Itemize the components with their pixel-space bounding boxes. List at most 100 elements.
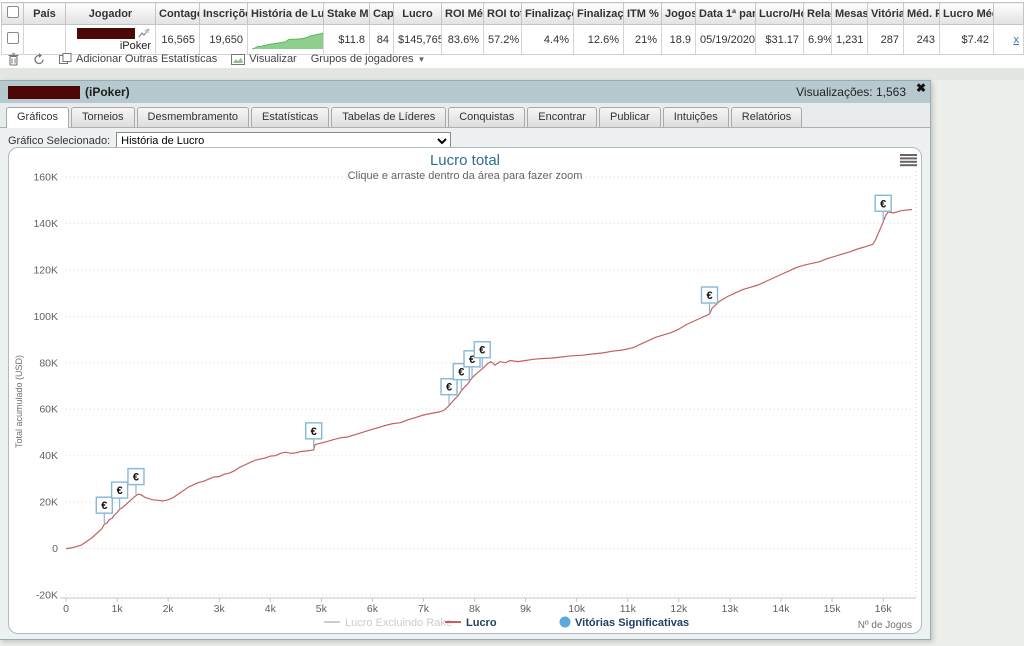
- col-cap[interactable]: Cap: [370, 3, 394, 25]
- mesas-cell: 1,231: [832, 25, 868, 55]
- row-checkbox[interactable]: [7, 32, 19, 44]
- data-primeira-cell: 05/19/2020 0: [696, 25, 756, 55]
- col-finalizacoes[interactable]: Finalizações: [522, 3, 574, 25]
- col-pais[interactable]: País: [24, 3, 66, 25]
- chart-menu-icon[interactable]: [900, 157, 917, 159]
- x-axis-title: Nº de Jogos: [858, 620, 912, 631]
- chart-menu-icon[interactable]: [900, 164, 917, 166]
- graph-selector-label: Gráfico Selecionado:: [8, 135, 110, 147]
- x-tick-label: 8k: [469, 603, 481, 615]
- col-roi-med[interactable]: ROI Méd: [442, 3, 484, 25]
- table-header-row: País Jogador Contagem Inscrições Históri…: [2, 3, 1024, 25]
- col-roi-tot[interactable]: ROI tot.: [484, 3, 522, 25]
- trash-icon: [8, 53, 19, 66]
- y-tick-label: 160K: [33, 172, 58, 184]
- win-marker-symbol: €: [706, 290, 712, 302]
- col-stake-med[interactable]: Stake Méd: [324, 3, 370, 25]
- win-marker-symbol: €: [133, 472, 139, 484]
- y-tick-label: 140K: [33, 218, 58, 230]
- col-remove: [994, 3, 1024, 25]
- lucro-med-cell: $7.42: [940, 25, 994, 55]
- med-part-cell: 243: [904, 25, 940, 55]
- tab-estatisticas[interactable]: Estatísticas: [251, 107, 329, 127]
- col-jogador[interactable]: Jogador: [66, 3, 156, 25]
- x-tick-label: 16k: [875, 603, 893, 615]
- x-tick-label: 5k: [316, 603, 328, 615]
- refresh-icon: [33, 53, 45, 66]
- results-table: País Jogador Contagem Inscrições Históri…: [1, 2, 1024, 55]
- add-stats-button[interactable]: Adicionar Outras Estatísticas: [59, 53, 217, 65]
- win-marker-symbol: €: [117, 485, 123, 497]
- col-lucro-med[interactable]: Lucro Méd: [940, 3, 994, 25]
- x-tick-label: 2k: [163, 603, 175, 615]
- legend-swatch-vitorias: [560, 617, 571, 628]
- x-tick-label: 13k: [721, 603, 739, 615]
- profit-sparkline[interactable]: [252, 29, 324, 51]
- col-med-part[interactable]: Méd. Parl: [904, 3, 940, 25]
- x-tick-label: 10k: [568, 603, 586, 615]
- win-marker-symbol: €: [479, 345, 485, 357]
- tab-conquistas[interactable]: Conquistas: [448, 107, 525, 127]
- x-tick-label: 14k: [773, 603, 791, 615]
- win-marker-symbol: €: [880, 198, 886, 210]
- finalizacoes-cell: 4.4%: [522, 25, 574, 55]
- jogos-cell: 18.9: [662, 25, 696, 55]
- tab-publicar[interactable]: Publicar: [599, 107, 661, 127]
- remove-cell[interactable]: x: [994, 25, 1024, 55]
- results-area: País Jogador Contagem Inscrições Históri…: [0, 0, 1024, 68]
- x-tick-label: 0: [63, 603, 69, 615]
- col-relac[interactable]: Relaç: [804, 3, 832, 25]
- tab-encontrar[interactable]: Encontrar: [527, 107, 597, 127]
- y-axis-title: Total acumulado (USD): [14, 355, 24, 448]
- vitoria-cell: 287: [868, 25, 904, 55]
- x-tick-label: 3k: [214, 603, 226, 615]
- col-data-primeira[interactable]: Data 1ª parti: [696, 3, 756, 25]
- col-lucro[interactable]: Lucro: [394, 3, 442, 25]
- tab-desmembramento[interactable]: Desmembramento: [137, 107, 249, 127]
- relac-cell: 6.9%: [804, 25, 832, 55]
- visualize-button[interactable]: Visualizar: [231, 53, 297, 65]
- tab-relatorios[interactable]: Relatórios: [731, 107, 803, 127]
- panel-tabs: Gráficos Torneios Desmembramento Estatís…: [0, 103, 930, 128]
- panel-header: (iPoker) Visualizações: 1,563: [0, 81, 930, 103]
- legend-lucro[interactable]: Lucro: [466, 617, 497, 629]
- col-lucro-hora[interactable]: Lucro/Ho: [756, 3, 804, 25]
- col-contagem[interactable]: Contagem: [156, 3, 200, 25]
- col-itm[interactable]: ITM %: [624, 3, 662, 25]
- col-mesas[interactable]: Mesas F: [832, 3, 868, 25]
- chart-menu-icon[interactable]: [900, 154, 917, 156]
- legend-lucro-excluindo-rake[interactable]: Lucro Excluindo Rake: [345, 617, 452, 629]
- chart-container[interactable]: -20K020K40K60K80K100K120K140K160K01k2k3k…: [8, 147, 922, 634]
- finalizacoes2-cell: 12.6%: [574, 25, 624, 55]
- win-marker-symbol: €: [446, 382, 452, 394]
- col-jogos[interactable]: Jogos: [662, 3, 696, 25]
- win-marker-symbol: €: [311, 426, 317, 438]
- chart-title: Lucro total: [430, 152, 500, 169]
- image-icon: [231, 54, 245, 65]
- tab-graficos[interactable]: Gráficos: [6, 107, 69, 128]
- lucro-line: [66, 210, 912, 549]
- col-vitoria[interactable]: Vitória: [868, 3, 904, 25]
- col-inscricoes[interactable]: Inscrições: [200, 3, 248, 25]
- remove-row-link[interactable]: x: [1014, 34, 1020, 46]
- tab-torneios[interactable]: Torneios: [71, 107, 135, 127]
- add-stats-label: Adicionar Outras Estatísticas: [76, 53, 217, 65]
- chart-menu-icon[interactable]: [900, 161, 917, 163]
- y-tick-label: 20K: [39, 497, 58, 509]
- close-icon[interactable]: ✖: [916, 81, 926, 95]
- select-all-header[interactable]: [2, 3, 24, 25]
- tab-intuicoes[interactable]: Intuições: [663, 107, 729, 127]
- select-all-checkbox[interactable]: [7, 6, 19, 18]
- delete-button[interactable]: [8, 53, 19, 66]
- legend-vitorias-significativas[interactable]: Vitórias Significativas: [575, 617, 689, 629]
- refresh-button[interactable]: [33, 53, 45, 66]
- background-strip: [0, 68, 1024, 80]
- tab-tabelas-lideres[interactable]: Tabelas de Líderes: [331, 107, 446, 127]
- panel-site-label: (iPoker): [85, 85, 130, 99]
- player-groups-label: Grupos de jogadores: [311, 53, 414, 65]
- col-finalizacoes-2[interactable]: Finalizaçõ: [574, 3, 624, 25]
- profit-chart-svg[interactable]: -20K020K40K60K80K100K120K140K160K01k2k3k…: [9, 148, 921, 633]
- player-name-redacted: [77, 28, 135, 39]
- col-historia-lucro[interactable]: História de Lucro: [248, 3, 324, 25]
- player-groups-dropdown[interactable]: Grupos de jogadores ▼: [311, 53, 426, 65]
